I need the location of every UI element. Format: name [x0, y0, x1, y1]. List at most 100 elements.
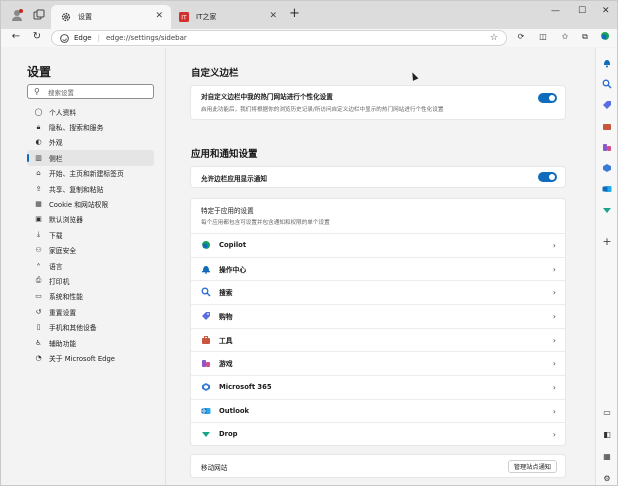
app-row-m365[interactable]: Microsoft 365 › — [191, 375, 565, 399]
maximize-icon[interactable]: ☐ — [578, 6, 586, 16]
add-app-icon[interactable]: + — [601, 235, 613, 248]
app-name: Copilot — [219, 241, 247, 250]
chevron-right-icon: › — [552, 311, 556, 321]
favorites-icon[interactable]: ✩ — [559, 31, 571, 43]
personalize-toggle[interactable] — [538, 93, 557, 103]
collections-icon[interactable]: ⧉ — [579, 31, 591, 43]
back-icon[interactable]: ← — [9, 30, 23, 44]
nav-item-family[interactable]: ⚇ 家庭安全 — [27, 243, 154, 258]
search-icon: ⚲ — [34, 87, 40, 96]
settings-nav: 设置 ⚲ 搜索设置 ◯ 个人资料 🔒︎ 隐私、搜索和服务 ◐ 外观 ▥ 侧栏 ⌂ 开始、主… — [1, 48, 166, 485]
toolbox-icon[interactable] — [601, 120, 613, 132]
close-tab-icon[interactable]: ✕ — [155, 11, 163, 21]
app-name: Outlook — [219, 407, 250, 416]
nav-item-system[interactable]: ▭ 系统和性能 — [27, 289, 154, 304]
nav-item-default-browser[interactable]: ▣ 默认浏览器 — [27, 212, 154, 227]
nav-item-reset[interactable]: ↺ 重置设置 — [27, 304, 154, 319]
notify-toggle[interactable] — [538, 172, 557, 182]
app-row-drop[interactable]: Drop › — [191, 422, 565, 446]
nav-item-downloads[interactable]: ⤓ 下载 — [27, 227, 154, 242]
app-name: 搜索 — [219, 289, 233, 298]
share-icon: ⇪ — [35, 184, 42, 193]
nav-label: 家庭安全 — [49, 247, 77, 256]
nav-item-languages[interactable]: ᴬ 语言 — [27, 258, 154, 273]
nav-item-phone[interactable]: ▯ 手机和其他设备 — [27, 319, 154, 334]
shopping-tag-icon — [201, 311, 211, 321]
gear-icon — [61, 12, 71, 22]
tab-title: 设置 — [78, 13, 92, 21]
nav-label: 语言 — [49, 262, 63, 271]
close-tab-icon[interactable]: ✕ — [269, 11, 277, 21]
app-row-shopping[interactable]: 购物 › — [191, 304, 565, 328]
shopping-tag-icon[interactable] — [601, 99, 613, 111]
app-settings-card: 特定于应用的设置 每个应用都包含可设置并包含通知和权限的单个设置 Copilot… — [190, 198, 566, 446]
close-window-icon[interactable]: ✕ — [602, 6, 610, 16]
nav-label: 默认浏览器 — [49, 216, 83, 225]
app-row-games[interactable]: 游戏 › — [191, 351, 565, 375]
nav-item-cookies[interactable]: ▦ Cookie 和网站权限 — [27, 196, 154, 211]
chevron-right-icon: › — [552, 429, 556, 439]
tab-ithome[interactable]: IT IT之家 ✕ — [171, 5, 285, 29]
personalize-title: 对自定义边栏中我的热门网站进行个性化设置 — [201, 93, 333, 101]
browser-icon: ▣ — [35, 215, 42, 224]
nav-item-profile[interactable]: ◯ 个人资料 — [27, 104, 154, 119]
sidebar-icon: ▥ — [35, 153, 42, 162]
language-icon: ᴬ — [36, 261, 40, 270]
manage-site-notifications-button[interactable]: 管理站点通知 — [507, 460, 557, 473]
minimize-icon[interactable]: — — [551, 6, 560, 16]
profile-avatar-icon[interactable] — [9, 7, 25, 23]
nav-item-printers[interactable]: ⎙ 打印机 — [27, 273, 154, 288]
refresh-icon[interactable]: ↻ — [30, 30, 44, 44]
nav-item-share[interactable]: ⇪ 共享、复制和粘贴 — [27, 181, 154, 196]
nav-item-start-home[interactable]: ⌂ 开始、主页和新建标签页 — [27, 166, 154, 181]
split-screen-icon[interactable]: ◫ — [537, 31, 549, 43]
settings-content: 自定义边栏 对自定义边栏中我的热门网站进行个性化设置 启用此功能后，我们将根据你… — [166, 48, 595, 485]
lock-icon: 🔒︎ — [36, 122, 41, 131]
outlook-icon[interactable] — [601, 183, 613, 195]
games-icon[interactable] — [601, 141, 613, 153]
app-row-action-center[interactable]: 操作中心 › — [191, 257, 565, 281]
new-tab-icon[interactable]: + — [289, 7, 300, 21]
favorite-star-icon[interactable]: ☆ — [490, 33, 498, 43]
system-icon: ▭ — [35, 292, 42, 301]
copilot-toolbar-icon[interactable] — [599, 31, 611, 43]
nav-item-accessibility[interactable]: ♿︎ 辅助功能 — [27, 335, 154, 350]
family-icon: ⚇ — [35, 246, 42, 255]
personalize-card: 对自定义边栏中我的热门网站进行个性化设置 启用此功能后，我们将根据你的浏览历史记… — [190, 85, 566, 120]
nav-item-appearance[interactable]: ◐ 外观 — [27, 135, 154, 150]
settings-gear-icon[interactable]: ⚙ — [601, 472, 613, 484]
person-icon: ◯ — [34, 107, 43, 116]
qr-code-icon[interactable]: ▦ — [601, 450, 613, 462]
address-url: edge://settings/sidebar — [105, 34, 187, 42]
settings-title: 设置 — [27, 65, 52, 79]
sidebar-toggle-icon[interactable]: ◧ — [601, 428, 613, 440]
nav-item-about[interactable]: ◔ 关于 Microsoft Edge — [27, 350, 154, 365]
download-icon: ⤓ — [36, 230, 41, 239]
app-row-search[interactable]: 搜索 › — [191, 280, 565, 304]
m365-icon[interactable] — [601, 162, 613, 174]
settings-nav-list: ◯ 个人资料 🔒︎ 隐私、搜索和服务 ◐ 外观 ▥ 侧栏 ⌂ 开始、主页和新建标签页 ⇪ 共… — [27, 104, 154, 366]
address-bar[interactable]: Edge | edge://settings/sidebar ☆ — [51, 30, 507, 46]
app-row-copilot[interactable]: Copilot › — [191, 233, 565, 257]
screen-cast-icon[interactable]: ▭ — [601, 406, 613, 418]
address-separator: | — [97, 34, 100, 42]
nav-label: 系统和性能 — [49, 293, 83, 302]
app-row-tools[interactable]: 工具 › — [191, 328, 565, 352]
search-settings-input[interactable]: ⚲ 搜索设置 — [27, 84, 154, 99]
app-row-outlook[interactable]: Outlook › — [191, 399, 565, 423]
chevron-right-icon: › — [552, 240, 556, 250]
workspaces-icon[interactable] — [31, 7, 47, 23]
search-icon[interactable] — [601, 78, 613, 90]
drop-icon — [201, 429, 211, 439]
nav-item-privacy[interactable]: 🔒︎ 隐私、搜索和服务 — [27, 119, 154, 134]
nav-label: 重置设置 — [49, 308, 77, 317]
search-placeholder: 搜索设置 — [48, 88, 74, 97]
action-center-icon — [201, 264, 211, 275]
home-icon: ⌂ — [36, 169, 41, 178]
notification-bell-icon[interactable] — [601, 57, 613, 69]
tab-settings[interactable]: 设置 ✕ — [51, 5, 171, 29]
nav-label: 辅助功能 — [49, 339, 77, 348]
drop-icon[interactable] — [601, 204, 613, 216]
nav-item-sidebar[interactable]: ▥ 侧栏 — [27, 150, 154, 166]
extensions-icon[interactable]: ⟳ — [515, 31, 527, 43]
